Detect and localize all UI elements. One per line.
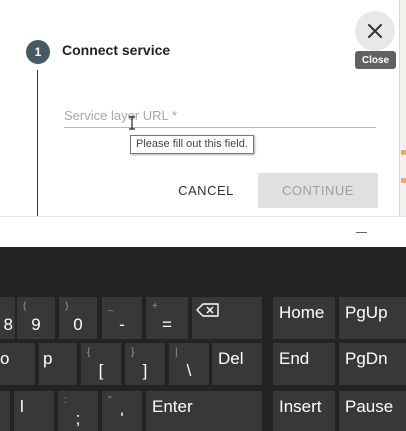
key-p[interactable]: p [39, 343, 77, 385]
validation-tooltip: Please fill out this field. [130, 135, 254, 154]
key-close-bracket[interactable]: } ] [125, 343, 165, 385]
map-marker [401, 178, 406, 183]
key-semicolon[interactable]: : ; [58, 391, 98, 431]
backspace-icon [196, 303, 219, 317]
key-k[interactable] [0, 391, 10, 431]
cancel-button[interactable]: CANCEL [168, 174, 244, 206]
close-button[interactable] [355, 11, 395, 51]
keyboard-title-strip [0, 216, 406, 247]
key-pgup[interactable]: PgUp [339, 297, 406, 339]
key-9[interactable]: ( 9 [17, 297, 55, 339]
key-backspace[interactable] [192, 297, 262, 339]
key-8[interactable]: 8 [0, 297, 15, 339]
key-enter[interactable]: Enter [146, 391, 262, 431]
stepper-connector-line [37, 70, 38, 216]
key-pgdn[interactable]: PgDn [339, 343, 406, 385]
key-insert[interactable]: Insert [273, 391, 335, 431]
key-0[interactable]: ) 0 [59, 297, 97, 339]
key-end[interactable]: End [273, 343, 335, 385]
text-cursor-icon [129, 116, 135, 130]
key-l[interactable]: l [14, 391, 54, 431]
step-title: Connect service [62, 42, 171, 58]
service-layer-url-input[interactable] [64, 104, 376, 128]
step-number-badge: 1 [26, 40, 50, 64]
close-tooltip: Close [355, 51, 396, 69]
on-screen-keyboard: 8 ( 9 ) 0 _ - + = Home PgUp o p { [ } ] [0, 247, 406, 431]
key-equals[interactable]: + = [146, 297, 188, 339]
minimize-icon[interactable] [356, 232, 367, 233]
key-del[interactable]: Del [212, 343, 262, 385]
map-background-edge [400, 0, 406, 216]
map-marker [401, 150, 406, 155]
key-pause[interactable]: Pause [339, 391, 406, 431]
close-icon [368, 24, 382, 38]
key-home[interactable]: Home [273, 297, 335, 339]
connect-service-dialog: 1 Connect service Please fill out this f… [0, 0, 400, 216]
key-quote[interactable]: " ' [102, 391, 142, 431]
key-o[interactable]: o [0, 343, 35, 385]
key-open-bracket[interactable]: { [ [81, 343, 121, 385]
key-backslash[interactable]: | \ [169, 343, 209, 385]
key-minus[interactable]: _ - [102, 297, 142, 339]
continue-button[interactable]: CONTINUE [258, 173, 378, 208]
